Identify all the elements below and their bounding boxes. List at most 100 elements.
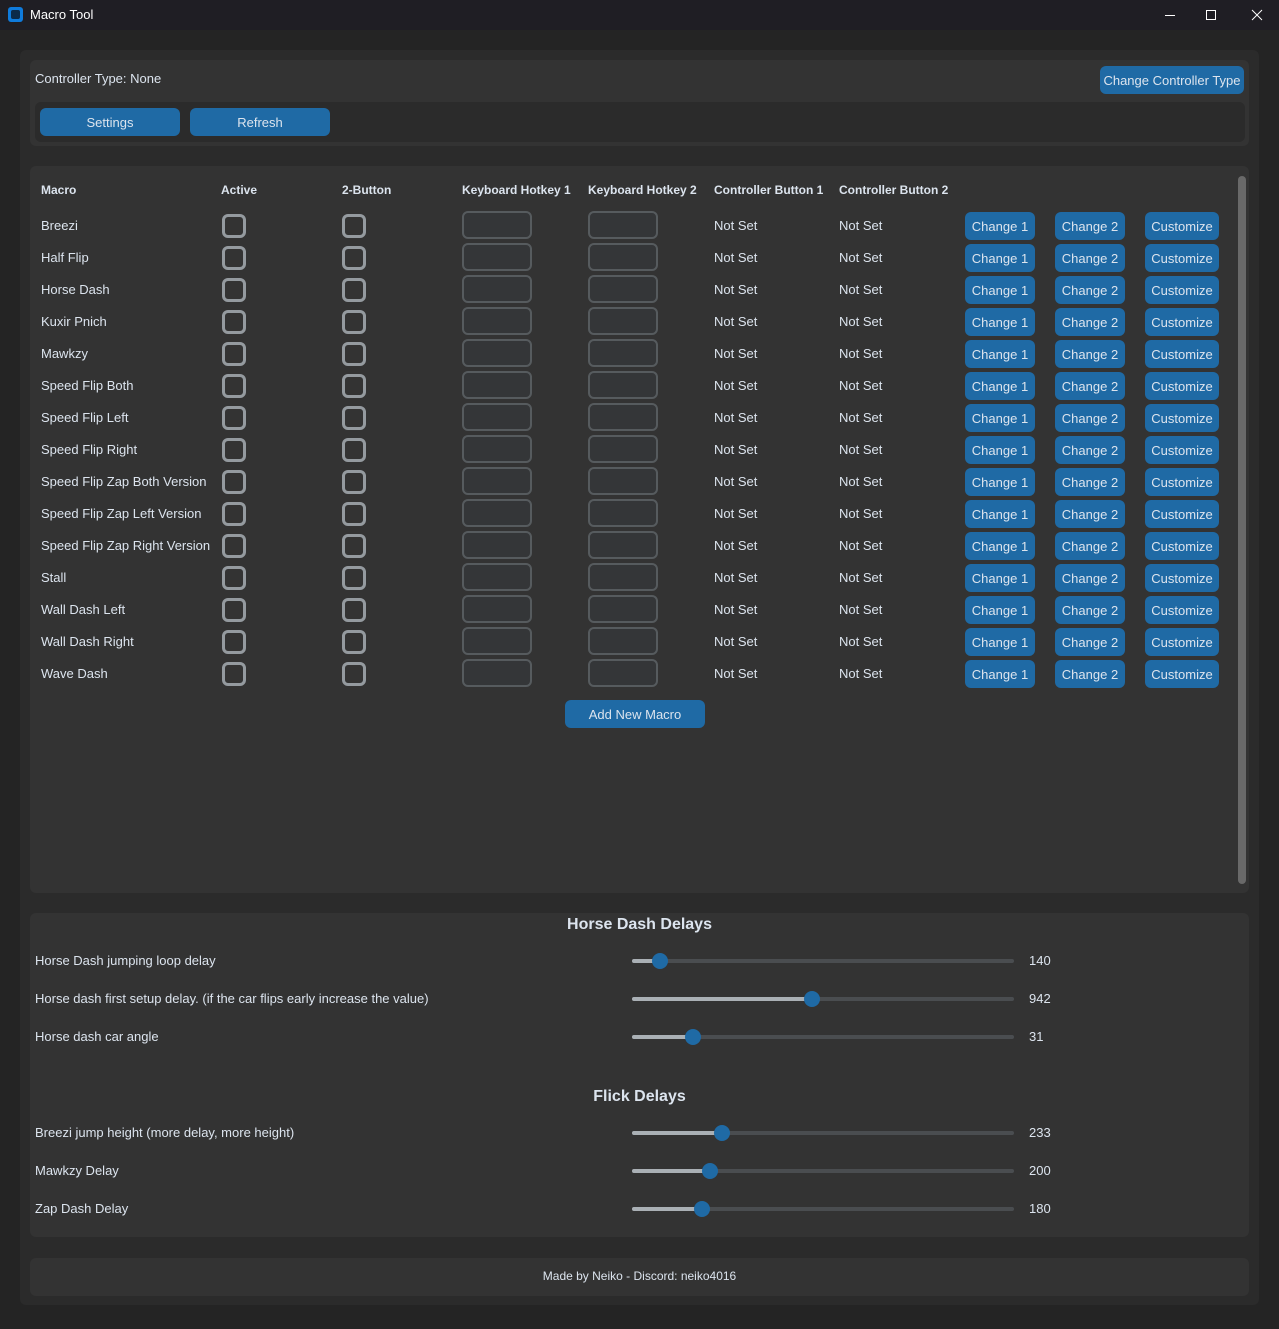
keyboard-hotkey-2-input[interactable] bbox=[588, 307, 658, 335]
keyboard-hotkey-2-input[interactable] bbox=[588, 339, 658, 367]
keyboard-hotkey-1-input[interactable] bbox=[462, 371, 532, 399]
keyboard-hotkey-2-input[interactable] bbox=[588, 435, 658, 463]
change-1-button[interactable]: Change 1 bbox=[965, 596, 1035, 624]
active-checkbox[interactable] bbox=[222, 470, 246, 494]
delay-slider[interactable] bbox=[632, 1199, 1014, 1219]
keyboard-hotkey-2-input[interactable] bbox=[588, 531, 658, 559]
change-2-button[interactable]: Change 2 bbox=[1055, 596, 1125, 624]
change-2-button[interactable]: Change 2 bbox=[1055, 628, 1125, 656]
customize-button[interactable]: Customize bbox=[1145, 564, 1219, 592]
active-checkbox[interactable] bbox=[222, 502, 246, 526]
customize-button[interactable]: Customize bbox=[1145, 532, 1219, 560]
keyboard-hotkey-1-input[interactable] bbox=[462, 339, 532, 367]
customize-button[interactable]: Customize bbox=[1145, 308, 1219, 336]
active-checkbox[interactable] bbox=[222, 374, 246, 398]
change-2-button[interactable]: Change 2 bbox=[1055, 404, 1125, 432]
two-button-checkbox[interactable] bbox=[342, 662, 366, 686]
scrollbar[interactable] bbox=[1238, 176, 1246, 884]
two-button-checkbox[interactable] bbox=[342, 310, 366, 334]
keyboard-hotkey-1-input[interactable] bbox=[462, 563, 532, 591]
slider-thumb[interactable] bbox=[714, 1125, 731, 1141]
change-2-button[interactable]: Change 2 bbox=[1055, 308, 1125, 336]
two-button-checkbox[interactable] bbox=[342, 534, 366, 558]
change-2-button[interactable]: Change 2 bbox=[1055, 372, 1125, 400]
change-1-button[interactable]: Change 1 bbox=[965, 404, 1035, 432]
two-button-checkbox[interactable] bbox=[342, 630, 366, 654]
customize-button[interactable]: Customize bbox=[1145, 212, 1219, 240]
customize-button[interactable]: Customize bbox=[1145, 500, 1219, 528]
change-1-button[interactable]: Change 1 bbox=[965, 308, 1035, 336]
two-button-checkbox[interactable] bbox=[342, 470, 366, 494]
two-button-checkbox[interactable] bbox=[342, 342, 366, 366]
keyboard-hotkey-1-input[interactable] bbox=[462, 595, 532, 623]
change-1-button[interactable]: Change 1 bbox=[965, 372, 1035, 400]
active-checkbox[interactable] bbox=[222, 598, 246, 622]
change-1-button[interactable]: Change 1 bbox=[965, 564, 1035, 592]
change-2-button[interactable]: Change 2 bbox=[1055, 564, 1125, 592]
delay-slider[interactable] bbox=[632, 951, 1014, 971]
two-button-checkbox[interactable] bbox=[342, 566, 366, 590]
two-button-checkbox[interactable] bbox=[342, 598, 366, 622]
keyboard-hotkey-1-input[interactable] bbox=[462, 499, 532, 527]
customize-button[interactable]: Customize bbox=[1145, 340, 1219, 368]
active-checkbox[interactable] bbox=[222, 438, 246, 462]
two-button-checkbox[interactable] bbox=[342, 406, 366, 430]
settings-button[interactable]: Settings bbox=[40, 108, 180, 136]
keyboard-hotkey-1-input[interactable] bbox=[462, 627, 532, 655]
change-1-button[interactable]: Change 1 bbox=[965, 244, 1035, 272]
maximize-button[interactable] bbox=[1188, 0, 1234, 30]
change-2-button[interactable]: Change 2 bbox=[1055, 468, 1125, 496]
change-1-button[interactable]: Change 1 bbox=[965, 628, 1035, 656]
active-checkbox[interactable] bbox=[222, 630, 246, 654]
customize-button[interactable]: Customize bbox=[1145, 596, 1219, 624]
change-2-button[interactable]: Change 2 bbox=[1055, 500, 1125, 528]
keyboard-hotkey-1-input[interactable] bbox=[462, 659, 532, 687]
customize-button[interactable]: Customize bbox=[1145, 404, 1219, 432]
keyboard-hotkey-1-input[interactable] bbox=[462, 435, 532, 463]
change-1-button[interactable]: Change 1 bbox=[965, 212, 1035, 240]
keyboard-hotkey-1-input[interactable] bbox=[462, 531, 532, 559]
customize-button[interactable]: Customize bbox=[1145, 372, 1219, 400]
customize-button[interactable]: Customize bbox=[1145, 244, 1219, 272]
customize-button[interactable]: Customize bbox=[1145, 628, 1219, 656]
change-1-button[interactable]: Change 1 bbox=[965, 532, 1035, 560]
change-2-button[interactable]: Change 2 bbox=[1055, 276, 1125, 304]
two-button-checkbox[interactable] bbox=[342, 214, 366, 238]
change-1-button[interactable]: Change 1 bbox=[965, 340, 1035, 368]
customize-button[interactable]: Customize bbox=[1145, 436, 1219, 464]
customize-button[interactable]: Customize bbox=[1145, 276, 1219, 304]
keyboard-hotkey-2-input[interactable] bbox=[588, 627, 658, 655]
delay-slider[interactable] bbox=[632, 1161, 1014, 1181]
keyboard-hotkey-1-input[interactable] bbox=[462, 275, 532, 303]
keyboard-hotkey-2-input[interactable] bbox=[588, 563, 658, 591]
change-2-button[interactable]: Change 2 bbox=[1055, 340, 1125, 368]
delay-slider[interactable] bbox=[632, 989, 1014, 1009]
two-button-checkbox[interactable] bbox=[342, 502, 366, 526]
keyboard-hotkey-1-input[interactable] bbox=[462, 243, 532, 271]
delay-slider[interactable] bbox=[632, 1123, 1014, 1143]
slider-thumb[interactable] bbox=[701, 1163, 718, 1179]
two-button-checkbox[interactable] bbox=[342, 246, 366, 270]
keyboard-hotkey-2-input[interactable] bbox=[588, 659, 658, 687]
change-2-button[interactable]: Change 2 bbox=[1055, 212, 1125, 240]
keyboard-hotkey-2-input[interactable] bbox=[588, 403, 658, 431]
active-checkbox[interactable] bbox=[222, 342, 246, 366]
slider-thumb[interactable] bbox=[651, 953, 668, 969]
two-button-checkbox[interactable] bbox=[342, 278, 366, 302]
change-1-button[interactable]: Change 1 bbox=[965, 276, 1035, 304]
active-checkbox[interactable] bbox=[222, 246, 246, 270]
customize-button[interactable]: Customize bbox=[1145, 468, 1219, 496]
keyboard-hotkey-1-input[interactable] bbox=[462, 403, 532, 431]
keyboard-hotkey-2-input[interactable] bbox=[588, 499, 658, 527]
active-checkbox[interactable] bbox=[222, 662, 246, 686]
keyboard-hotkey-2-input[interactable] bbox=[588, 595, 658, 623]
change-1-button[interactable]: Change 1 bbox=[965, 436, 1035, 464]
active-checkbox[interactable] bbox=[222, 214, 246, 238]
active-checkbox[interactable] bbox=[222, 406, 246, 430]
slider-thumb[interactable] bbox=[693, 1201, 710, 1217]
keyboard-hotkey-1-input[interactable] bbox=[462, 307, 532, 335]
delay-slider[interactable] bbox=[632, 1027, 1014, 1047]
change-2-button[interactable]: Change 2 bbox=[1055, 244, 1125, 272]
change-1-button[interactable]: Change 1 bbox=[965, 500, 1035, 528]
two-button-checkbox[interactable] bbox=[342, 438, 366, 462]
